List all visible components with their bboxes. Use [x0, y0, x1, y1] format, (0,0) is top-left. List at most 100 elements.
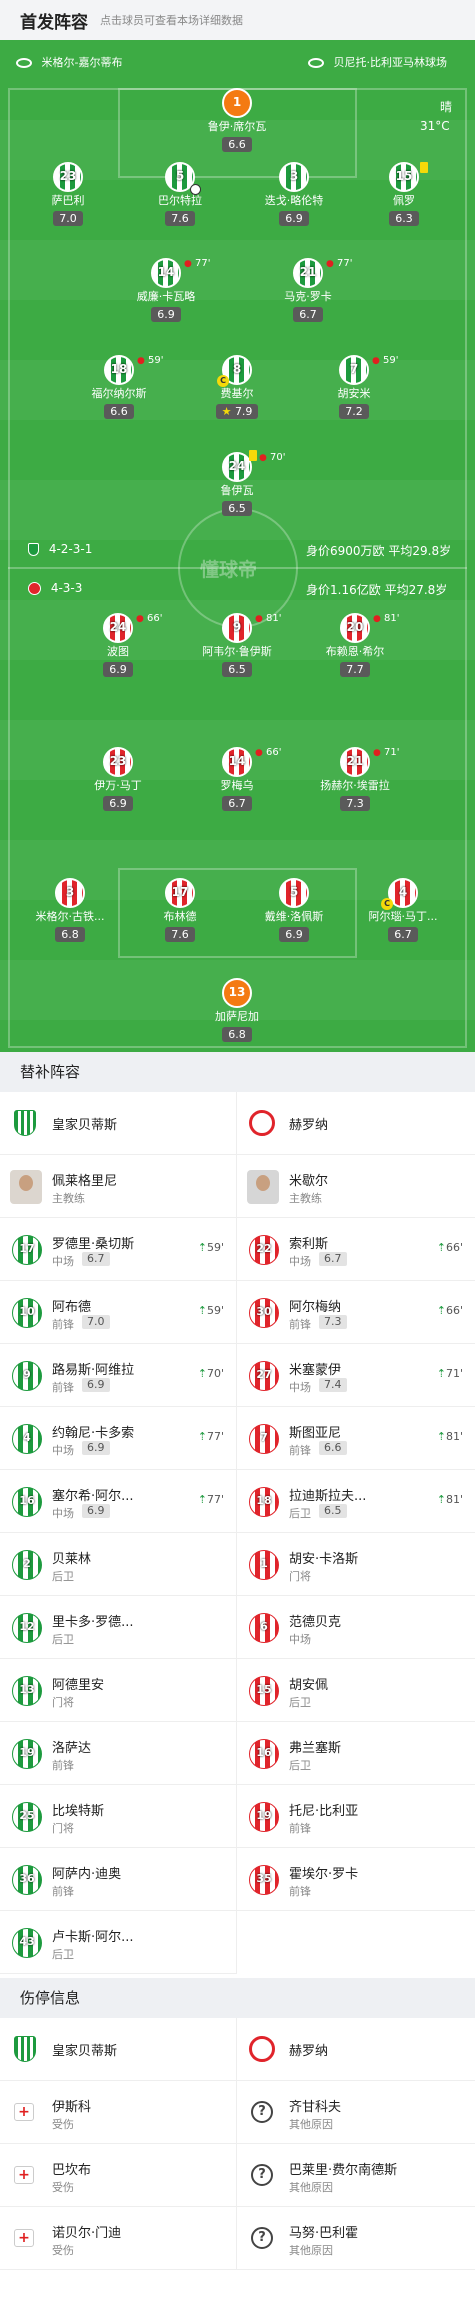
player-rating: 6.9 — [279, 927, 309, 942]
sub-player-row[interactable]: 43 卢卡斯·阿尔... 后卫 — [0, 1911, 237, 1974]
injury-row[interactable]: + 伊斯科 受伤 — [0, 2081, 237, 2144]
sub-in-icon: ⇡ — [197, 1304, 207, 1317]
sub-player-row[interactable]: 15 胡安佩 后卫 — [237, 1659, 475, 1722]
page-title: 首发阵容 — [20, 12, 88, 33]
player-home-cb1[interactable]: 5 巴尔特拉 7.6 — [120, 162, 240, 226]
home-team-row: 皇家贝蒂斯 — [0, 1092, 237, 1155]
team-name: 赫罗纳 — [289, 2044, 329, 2059]
player-rating: 6.7 — [319, 1252, 347, 1266]
player-rating: 6.7 — [222, 796, 252, 811]
player-position: 中场 — [52, 1255, 74, 1268]
player-away-fw3[interactable]: 20 ● 81' 布赖恩·希尔 7.7 — [295, 613, 415, 677]
jersey-number: 6 — [260, 1620, 268, 1633]
sub-player-row[interactable]: 1 胡安·卡洛斯 门将 — [237, 1533, 475, 1596]
sub-player-row[interactable]: 35 霍埃尔·罗卡 前锋 — [237, 1848, 475, 1911]
player-away-mf2[interactable]: 14 ● 66' 罗梅乌 6.7 — [177, 747, 297, 811]
player-home-am[interactable]: 8 C 费基尔 ★ 7.9 — [177, 355, 297, 419]
player-home-rw[interactable]: 18 ● 59' 福尔纳尔斯 6.6 — [59, 355, 179, 419]
player-away-mf3[interactable]: 21 ● 71' 扬赫尔·埃雷拉 7.3 — [295, 747, 415, 811]
jersey-icon: 35 — [249, 1865, 279, 1895]
player-home-lb[interactable]: 15 佩罗 6.3 — [344, 162, 464, 226]
injury-row[interactable]: ? 马努·巴利霍 其他原因 — [237, 2207, 475, 2270]
away-formation: 4-3-3 — [28, 581, 82, 595]
sub-player-row[interactable]: 10 阿布德 前锋 7.0 ⇡59' — [0, 1281, 237, 1344]
player-rating: 6.5 — [222, 662, 252, 677]
sub-player-row[interactable]: 17 罗德里·桑切斯 中场 6.7 ⇡59' — [0, 1218, 237, 1281]
watermark-logo: 懂球帝 — [200, 559, 258, 581]
player-home-st[interactable]: 24 ● 70' 鲁伊瓦 6.5 — [177, 450, 297, 516]
player-name: 阿尔瑙·马丁... — [368, 910, 438, 923]
sub-off-icon: ● — [373, 748, 381, 758]
player-away-fw1[interactable]: 24 ● 66' 波图 6.9 — [58, 613, 178, 677]
sub-player-row[interactable]: 18 拉迪斯拉夫... 后卫 6.5 ⇡81' — [237, 1470, 475, 1533]
sub-player-row[interactable]: 25 比埃特斯 门将 — [0, 1785, 237, 1848]
player-home-lw[interactable]: 7 ● 59' 胡安米 7.2 — [294, 355, 414, 419]
sub-player-row[interactable]: 9 路易斯·阿维拉 前锋 6.9 ⇡70' — [0, 1344, 237, 1407]
sub-player-row[interactable]: 2 贝莱林 后卫 — [0, 1533, 237, 1596]
sub-off-indicator: ● 59' — [137, 355, 164, 366]
coach-row[interactable]: 佩莱格里尼 主教练 — [0, 1155, 237, 1218]
away-lineup-stats: 身价1.16亿欧 平均27.8岁 — [306, 583, 448, 597]
player-position: 前锋 — [52, 1381, 74, 1394]
injury-reason: 其他原因 — [289, 2244, 333, 2257]
player-name: 马克·罗卡 — [284, 290, 332, 303]
jersey-number: 7 — [260, 1431, 268, 1444]
player-name: 伊万·马丁 — [94, 779, 142, 792]
sub-player-row[interactable]: 16 弗兰塞斯 后卫 — [237, 1722, 475, 1785]
sub-player-row[interactable]: 16 塞尔希·阿尔... 中场 6.9 ⇡77' — [0, 1470, 237, 1533]
player-position: 前锋 — [289, 1318, 311, 1331]
jersey-number: 18 — [256, 1494, 272, 1507]
sub-in-time: ⇡71' — [437, 1367, 463, 1380]
player-away-df1[interactable]: 3 米格尔·古铁... 6.8 — [10, 878, 130, 942]
player-away-df2[interactable]: 17 布林德 7.6 — [120, 878, 240, 942]
sub-player-row[interactable]: 13 阿德里安 门将 — [0, 1659, 237, 1722]
coach-row[interactable]: 米歇尔 主教练 — [237, 1155, 475, 1218]
sub-player-row[interactable]: 19 洛萨达 前锋 — [0, 1722, 237, 1785]
player-position: 前锋 — [52, 1759, 74, 1772]
player-name: 卢卡斯·阿尔... — [52, 1930, 134, 1945]
sub-player-row[interactable]: 36 阿萨内·迪奥 前锋 — [0, 1848, 237, 1911]
sub-player-row[interactable]: 19 托尼·比利亚 前锋 — [237, 1785, 475, 1848]
sub-player-row[interactable]: 27 米塞蒙伊 中场 7.4 ⇡71' — [237, 1344, 475, 1407]
player-name: 迭戈·略伦特 — [264, 194, 324, 207]
sub-player-row[interactable]: 6 范德贝克 中场 — [237, 1596, 475, 1659]
home-team-name: 米格尔-嘉尔蒂布 — [41, 56, 123, 69]
injury-row[interactable]: + 诺贝尔·门迪 受伤 — [0, 2207, 237, 2270]
sub-player-row[interactable]: 12 里卡多·罗德... 后卫 — [0, 1596, 237, 1659]
injury-row[interactable]: ? 齐甘科夫 其他原因 — [237, 2081, 475, 2144]
sub-off-indicator: ● 81' — [255, 613, 282, 624]
sub-off-icon: ● — [184, 259, 192, 269]
player-home-cb2[interactable]: 3 迭戈·略伦特 6.9 — [234, 162, 354, 226]
player-home-dm1[interactable]: 14 ● 77' 威廉·卡瓦略 6.9 — [106, 258, 226, 322]
injury-row[interactable]: + 巴坎布 受伤 — [0, 2144, 237, 2207]
sub-player-row[interactable]: 7 斯图亚尼 前锋 6.6 ⇡81' — [237, 1407, 475, 1470]
jersey-number: 1 — [260, 1557, 268, 1570]
jersey-number: 13 — [19, 1683, 35, 1696]
player-position: 后卫 — [289, 1507, 311, 1520]
player-away-gk[interactable]: 13 加萨尼加 6.8 — [177, 978, 297, 1042]
player-away-df3[interactable]: 5 戴维·洛佩斯 6.9 — [234, 878, 354, 942]
player-home-dm2[interactable]: 21 ● 77' 马克·罗卡 6.7 — [248, 258, 368, 322]
jersey-icon: 13 — [222, 978, 252, 1008]
jersey-icon: 43 — [12, 1928, 42, 1958]
away-team-logo-icon — [28, 582, 41, 595]
player-name: 费基尔 — [220, 387, 254, 400]
jersey-icon: 18 — [104, 355, 134, 385]
injury-section-title: 伤停信息 — [0, 1978, 475, 2018]
sub-player-row[interactable]: 22 索利斯 中场 6.7 ⇡66' — [237, 1218, 475, 1281]
player-name: 伊斯科 — [52, 2100, 92, 2115]
jersey-number: 4 — [23, 1431, 31, 1444]
player-away-mf1[interactable]: 23 伊万·马丁 6.9 — [58, 747, 178, 811]
jersey-number: 27 — [256, 1368, 272, 1381]
player-away-fw2[interactable]: 9 ● 81' 阿韦尔·鲁伊斯 6.5 — [177, 613, 297, 677]
player-position: 中场 — [52, 1444, 74, 1457]
jersey-number: 12 — [19, 1620, 35, 1633]
player-away-df4[interactable]: 4 C 阿尔瑙·马丁... 6.7 — [343, 878, 463, 942]
sub-off-icon: ● — [255, 614, 263, 624]
sub-player-row[interactable]: 4 约翰尼·卡多索 中场 6.9 ⇡77' — [0, 1407, 237, 1470]
player-home-gk[interactable]: 1 鲁伊·席尔瓦 6.6 — [177, 88, 297, 152]
injury-row[interactable]: ? 巴莱里·费尔南德斯 其他原因 — [237, 2144, 475, 2207]
player-name: 胡安·卡洛斯 — [289, 1552, 359, 1567]
sub-player-row[interactable]: 30 阿尔梅纳 前锋 7.3 ⇡66' — [237, 1281, 475, 1344]
player-home-rb[interactable]: 23 萨巴利 7.0 — [8, 162, 128, 226]
